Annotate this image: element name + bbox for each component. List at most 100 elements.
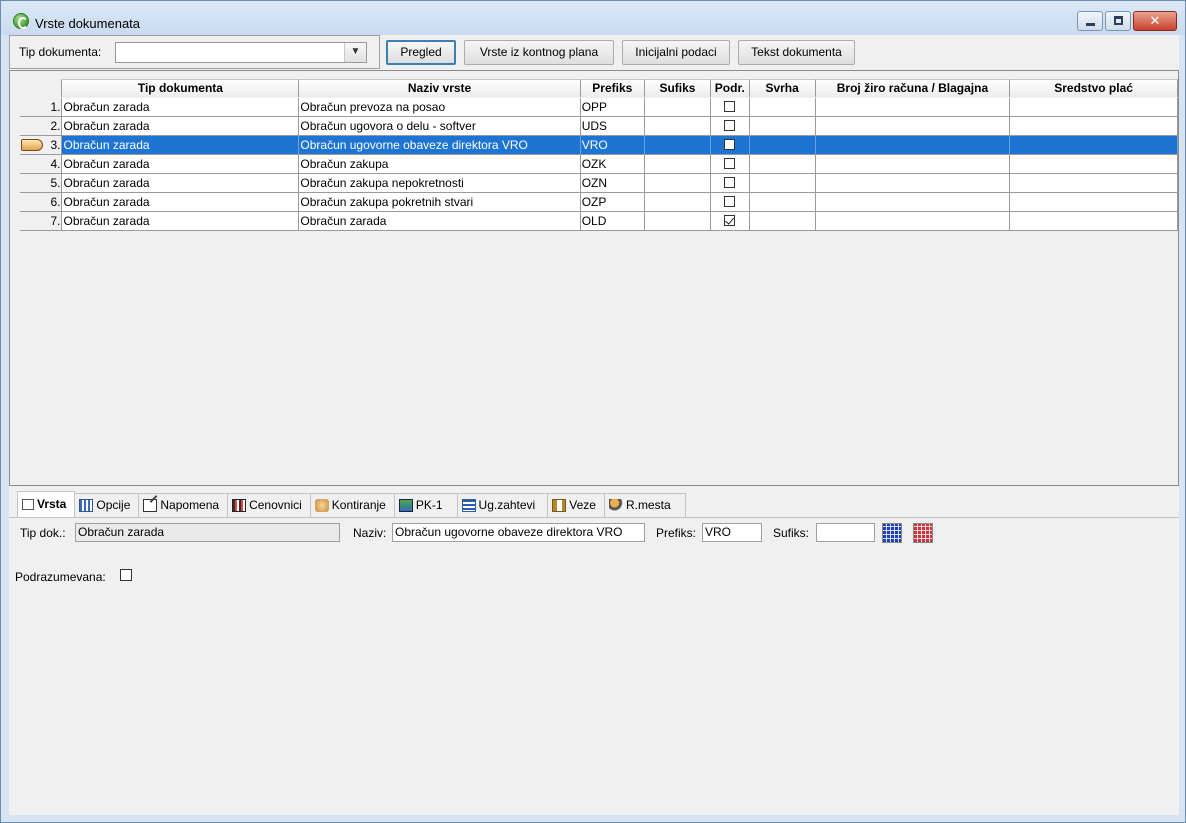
cell-broj[interactable] <box>816 174 1011 192</box>
cell-svrha[interactable] <box>750 155 816 173</box>
tekst-dokumenta-button[interactable]: Tekst dokumenta <box>738 40 855 65</box>
table-row[interactable]: 1. Obračun zarada Obračun prevoza na pos… <box>20 98 1178 117</box>
prefiks-field[interactable]: VRO <box>702 523 762 542</box>
checkbox[interactable] <box>724 196 736 207</box>
cell-sredstvo[interactable] <box>1010 212 1178 230</box>
cell-prefiks[interactable]: OZP <box>581 193 645 211</box>
checkbox[interactable] <box>724 158 736 169</box>
tab-veze[interactable]: Veze <box>548 493 605 517</box>
cell-sufiks[interactable] <box>645 174 712 192</box>
cell-prefiks[interactable]: OPP <box>581 98 645 116</box>
column-header-svrha[interactable]: Svrha <box>749 79 816 97</box>
cell-podr[interactable] <box>711 174 750 192</box>
cell-sredstvo[interactable] <box>1010 117 1178 135</box>
cell-podr[interactable] <box>711 155 750 173</box>
tab-ug-zahtevi[interactable]: Ug.zahtevi <box>457 493 549 517</box>
cell-prefiks[interactable]: UDS <box>581 117 645 135</box>
cell-sredstvo[interactable] <box>1010 98 1178 116</box>
cell-tip[interactable]: Obračun zarada <box>62 212 300 230</box>
cell-svrha[interactable] <box>749 136 816 154</box>
title-bar[interactable]: Vrste dokumenata ✕ <box>1 1 1185 35</box>
cell-tip[interactable]: Obračun zarada <box>62 117 300 135</box>
cell-svrha[interactable] <box>750 117 816 135</box>
cell-sufiks[interactable] <box>645 193 712 211</box>
table-row-selected[interactable]: 3. Obračun zarada Obračun ugovorne obave… <box>20 136 1178 155</box>
tab-r-mesta[interactable]: R.mesta <box>604 493 686 517</box>
podrazumevana-checkbox[interactable] <box>120 569 132 581</box>
column-header-sufiks[interactable]: Sufiks <box>644 79 712 97</box>
minimize-button[interactable] <box>1077 11 1103 31</box>
table-row[interactable]: 6. Obračun zarada Obračun zakupa pokretn… <box>20 193 1178 212</box>
cell-sredstvo[interactable] <box>1010 155 1178 173</box>
cell-broj[interactable] <box>816 98 1011 116</box>
cell-svrha[interactable] <box>750 98 816 116</box>
qr-code-remove-icon[interactable] <box>913 523 933 543</box>
cell-naziv[interactable]: Obračun ugovora o delu - softver <box>299 117 581 135</box>
checkbox[interactable] <box>724 139 736 150</box>
column-header-naziv-vrste[interactable]: Naziv vrste <box>299 79 581 97</box>
cell-prefiks[interactable]: OZN <box>581 174 645 192</box>
table-row[interactable]: 2. Obračun zarada Obračun ugovora o delu… <box>20 117 1178 136</box>
cell-sufiks[interactable] <box>645 212 712 230</box>
cell-tip[interactable]: Obračun zarada <box>62 136 300 154</box>
column-header-prefiks[interactable]: Prefiks <box>580 79 645 97</box>
cell-podr[interactable] <box>711 136 750 154</box>
checkbox-checked[interactable] <box>724 215 736 226</box>
tab-pk1[interactable]: PK-1 <box>394 493 458 517</box>
cell-broj[interactable] <box>815 136 1011 154</box>
column-header-broj-ziro-racuna[interactable]: Broj žiro računa / Blagajna <box>815 79 1011 97</box>
cell-sufiks[interactable] <box>645 98 712 116</box>
cell-svrha[interactable] <box>750 174 816 192</box>
cell-prefiks[interactable]: OZK <box>581 155 645 173</box>
cell-sredstvo[interactable] <box>1010 174 1178 192</box>
pregled-button[interactable]: Pregled <box>386 40 456 65</box>
cell-broj[interactable] <box>816 155 1011 173</box>
checkbox[interactable] <box>724 177 736 188</box>
maximize-button[interactable] <box>1105 11 1131 31</box>
cell-prefiks[interactable]: VRO <box>580 136 645 154</box>
cell-naziv[interactable]: Obračun zarada <box>299 212 581 230</box>
cell-broj[interactable] <box>816 117 1011 135</box>
cell-svrha[interactable] <box>750 193 816 211</box>
document-types-grid[interactable]: Tip dokumenta Naziv vrste Prefiks Sufiks… <box>9 70 1179 486</box>
cell-naziv[interactable]: Obračun zakupa nepokretnosti <box>299 174 581 192</box>
qr-code-icon[interactable] <box>882 523 902 543</box>
naziv-field[interactable]: Obračun ugovorne obaveze direktora VRO <box>392 523 645 542</box>
cell-sufiks[interactable] <box>644 136 712 154</box>
table-row[interactable]: 5. Obračun zarada Obračun zakupa nepokre… <box>20 174 1178 193</box>
cell-prefiks[interactable]: OLD <box>581 212 645 230</box>
cell-sufiks[interactable] <box>645 117 712 135</box>
cell-tip[interactable]: Obračun zarada <box>62 193 300 211</box>
column-header-tip-dokumenta[interactable]: Tip dokumenta <box>62 79 300 97</box>
tab-opcije[interactable]: Opcije <box>75 493 140 517</box>
checkbox[interactable] <box>724 101 736 112</box>
column-header-sredstvo-placanja[interactable]: Sredstvo plać <box>1010 79 1178 97</box>
cell-naziv[interactable]: Obračun zakupa <box>299 155 581 173</box>
sufiks-field[interactable] <box>816 523 875 542</box>
cell-svrha[interactable] <box>750 212 816 230</box>
cell-tip[interactable]: Obračun zarada <box>62 98 300 116</box>
cell-podr[interactable] <box>711 212 750 230</box>
cell-broj[interactable] <box>816 193 1011 211</box>
close-button[interactable]: ✕ <box>1133 11 1177 31</box>
inicijalni-podaci-button[interactable]: Inicijalni podaci <box>622 40 730 65</box>
cell-naziv[interactable]: Obračun prevoza na posao <box>299 98 581 116</box>
checkbox[interactable] <box>724 120 736 131</box>
cell-sufiks[interactable] <box>645 155 712 173</box>
cell-broj[interactable] <box>816 212 1011 230</box>
cell-podr[interactable] <box>711 117 750 135</box>
cell-tip[interactable]: Obračun zarada <box>62 174 300 192</box>
cell-naziv[interactable]: Obračun zakupa pokretnih stvari <box>299 193 581 211</box>
tab-vrsta[interactable]: Vrsta <box>17 491 76 517</box>
vrste-iz-kontnog-plana-button[interactable]: Vrste iz kontnog plana <box>464 40 614 65</box>
cell-tip[interactable]: Obračun zarada <box>62 155 300 173</box>
cell-sredstvo[interactable] <box>1010 193 1178 211</box>
table-row[interactable]: 4. Obračun zarada Obračun zakupa OZK <box>20 155 1178 174</box>
cell-podr[interactable] <box>711 193 750 211</box>
column-header-podr[interactable]: Podr. <box>711 79 750 97</box>
tab-cenovnici[interactable]: Cenovnici <box>228 493 311 517</box>
chevron-down-icon[interactable]: ▼ <box>344 43 366 62</box>
cell-naziv[interactable]: Obračun ugovorne obaveze direktora VRO <box>299 136 581 154</box>
table-row[interactable]: 7. Obračun zarada Obračun zarada OLD <box>20 212 1178 231</box>
cell-sredstvo[interactable] <box>1010 136 1178 154</box>
